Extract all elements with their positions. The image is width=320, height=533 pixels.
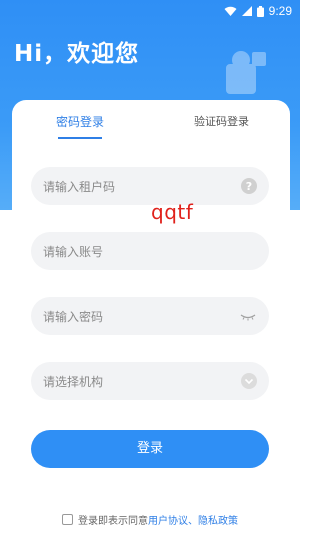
password-input[interactable]: 请输入密码 (31, 297, 269, 335)
status-bar: 9:29 (0, 0, 300, 22)
tenant-code-input[interactable]: 请输入租户码 ? (31, 167, 269, 205)
tenant-code-placeholder: 请输入租户码 (43, 180, 116, 194)
account-placeholder: 请输入账号 (43, 245, 104, 259)
tab-sms-login[interactable]: 验证码登录 (194, 113, 249, 129)
status-time: 9:29 (268, 4, 292, 18)
agreement-row: 登录即表示同意 用户协议、隐私政策 (62, 512, 238, 527)
eye-closed-icon[interactable] (239, 308, 257, 324)
agreement-text: 登录即表示同意 (78, 516, 148, 527)
watermark-text: qqtf (151, 200, 194, 224)
help-icon[interactable]: ? (241, 178, 257, 194)
active-tab-indicator (58, 137, 102, 139)
chevron-down-icon (241, 373, 257, 389)
wifi-icon (224, 6, 237, 16)
login-button[interactable]: 登录 (31, 430, 269, 468)
password-placeholder: 请输入密码 (43, 310, 104, 324)
decoration-icon (226, 51, 266, 94)
agreement-checkbox[interactable] (62, 514, 73, 525)
page-title: Hi，欢迎您 (14, 41, 140, 67)
svg-text:?: ? (246, 180, 252, 193)
signal-icon (241, 6, 252, 16)
organization-placeholder: 请选择机构 (43, 375, 104, 389)
account-input[interactable]: 请输入账号 (31, 232, 269, 270)
battery-icon (256, 5, 264, 17)
organization-select[interactable]: 请选择机构 (31, 362, 269, 400)
tab-password-login[interactable]: 密码登录 (56, 113, 104, 130)
agreement-links[interactable]: 用户协议、隐私政策 (148, 512, 238, 527)
